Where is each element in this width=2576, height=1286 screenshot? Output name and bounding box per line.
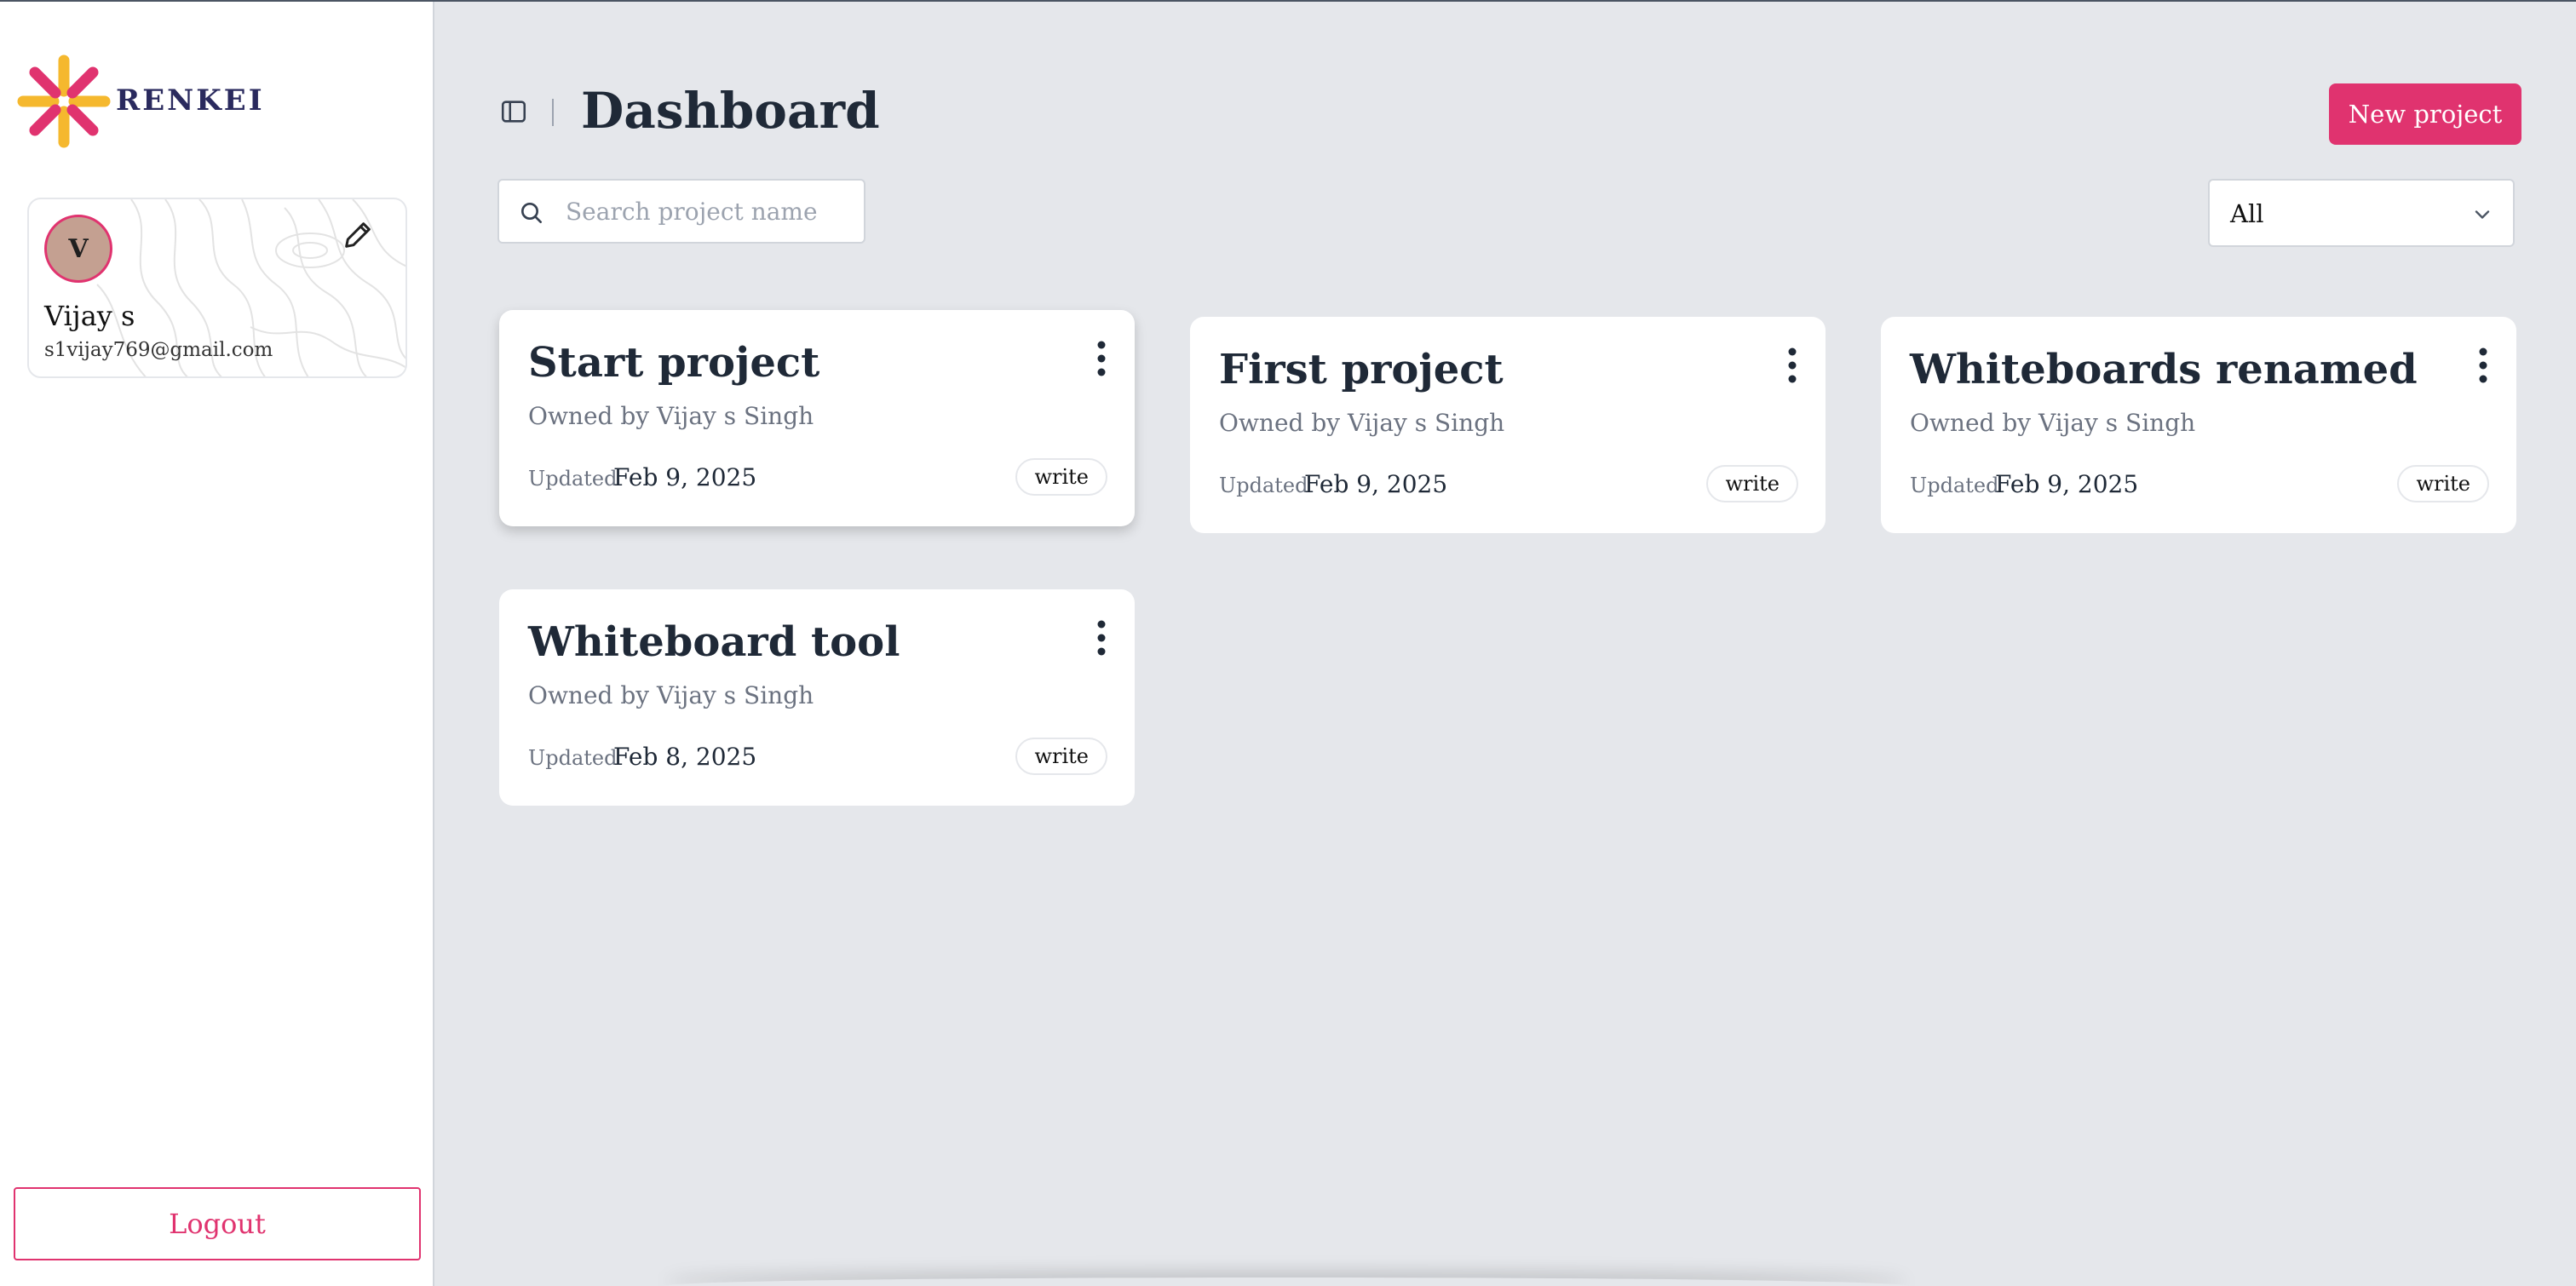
- profile-card: V Vijay s s1vijay769@gmail.com: [27, 198, 407, 378]
- project-title: Whiteboards renamed: [1910, 346, 2418, 393]
- chevron-down-icon: [2475, 210, 2490, 219]
- project-card[interactable]: Whiteboard tool Owned by Vijay s Singh U…: [499, 589, 1135, 806]
- project-title: Start project: [528, 339, 820, 387]
- search-input[interactable]: [566, 181, 855, 242]
- renkei-logo-icon: [17, 55, 111, 148]
- brand-name: RENKEI: [116, 83, 265, 118]
- project-owner: Owned by Vijay s Singh: [528, 681, 814, 709]
- project-title: Whiteboard tool: [528, 618, 900, 666]
- logout-button[interactable]: Logout: [14, 1187, 421, 1260]
- more-options-icon[interactable]: [1095, 618, 1107, 657]
- project-card[interactable]: First project Owned by Vijay s Singh Upd…: [1190, 317, 1826, 533]
- updated-date: Feb 9, 2025: [1304, 470, 1448, 498]
- updated-label: Updated: [528, 746, 618, 770]
- project-owner: Owned by Vijay s Singh: [1910, 409, 2196, 437]
- filter-selected-value: All: [2230, 199, 2264, 228]
- sidebar-toggle-icon[interactable]: [499, 97, 528, 126]
- updated-date: Feb 9, 2025: [1995, 470, 2139, 498]
- permission-badge: write: [1706, 465, 1798, 502]
- project-owner: Owned by Vijay s Singh: [528, 402, 814, 430]
- page-title: Dashboard: [581, 82, 880, 140]
- project-owner: Owned by Vijay s Singh: [1219, 409, 1505, 437]
- avatar[interactable]: V: [44, 215, 112, 283]
- project-title: First project: [1219, 346, 1504, 393]
- profile-email: s1vijay769@gmail.com: [44, 339, 273, 361]
- permission-badge: write: [1015, 458, 1107, 496]
- updated-label: Updated: [1910, 474, 1999, 497]
- more-options-icon[interactable]: [1095, 339, 1107, 378]
- bottom-edge-shadow: [664, 1277, 1908, 1286]
- profile-name: Vijay s: [44, 300, 135, 332]
- updated-label: Updated: [1219, 474, 1308, 497]
- search-icon: [521, 203, 542, 223]
- project-card[interactable]: Whiteboards renamed Owned by Vijay s Sin…: [1881, 317, 2516, 533]
- permission-badge: write: [1015, 738, 1107, 775]
- permission-badge: write: [2397, 465, 2489, 502]
- project-card[interactable]: Start project Owned by Vijay s Singh Upd…: [499, 310, 1135, 526]
- updated-date: Feb 8, 2025: [613, 743, 757, 771]
- more-options-icon[interactable]: [2477, 346, 2489, 385]
- more-options-icon[interactable]: [1786, 346, 1798, 385]
- new-project-button[interactable]: New project: [2329, 83, 2521, 145]
- filter-select[interactable]: All: [2208, 179, 2515, 247]
- pencil-edit-icon[interactable]: [341, 218, 375, 252]
- updated-date: Feb 9, 2025: [613, 463, 757, 491]
- header-divider: [552, 99, 554, 126]
- sidebar: RENKEI V Vijay s s1vijay769@gmail.com Lo…: [0, 2, 434, 1286]
- updated-label: Updated: [528, 467, 618, 491]
- search-box[interactable]: [497, 179, 865, 244]
